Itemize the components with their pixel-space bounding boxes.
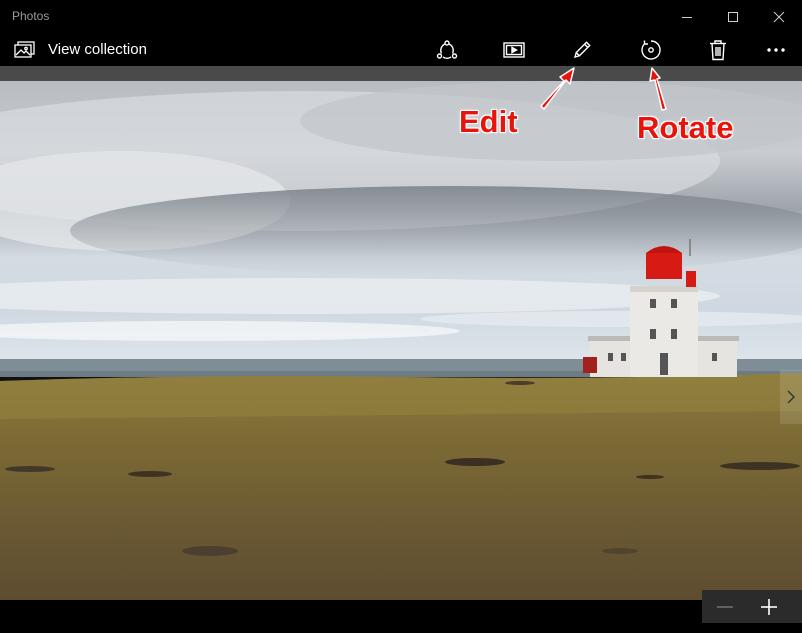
collection-icon <box>14 40 36 59</box>
more-button[interactable] <box>756 33 796 66</box>
app-title: Photos <box>12 9 50 23</box>
pencil-icon <box>574 40 591 58</box>
edit-button[interactable] <box>562 33 602 66</box>
rotate-icon <box>641 39 661 60</box>
slideshow-button[interactable] <box>494 33 534 66</box>
bottom-bar <box>0 600 802 633</box>
rotate-button[interactable] <box>631 33 671 66</box>
command-bar: View collection <box>0 33 802 66</box>
edit-annotation-label: Edit <box>459 104 518 139</box>
photo-viewer[interactable] <box>0 66 802 600</box>
minimize-icon <box>682 16 692 18</box>
delete-button[interactable] <box>698 33 738 66</box>
zoom-out-button[interactable] <box>702 590 748 623</box>
plus-icon <box>761 598 777 615</box>
close-icon <box>773 11 785 22</box>
next-photo-button[interactable] <box>780 370 802 424</box>
more-icon <box>767 47 785 52</box>
maximize-button[interactable] <box>710 0 756 33</box>
close-button[interactable] <box>756 0 802 33</box>
view-collection-label: View collection <box>48 41 147 58</box>
zoom-controls <box>702 590 802 623</box>
maximize-icon <box>728 11 738 22</box>
minimize-button[interactable] <box>664 0 710 33</box>
photo-top-strip <box>0 66 802 81</box>
slideshow-icon <box>503 41 525 58</box>
trash-icon <box>710 39 726 60</box>
share-icon <box>436 39 458 59</box>
share-button[interactable] <box>427 33 467 66</box>
title-bar: Photos <box>0 0 802 33</box>
view-collection-button[interactable]: View collection <box>8 33 153 66</box>
rotate-annotation-label: Rotate <box>637 110 734 145</box>
lighthouse-photo <box>0 81 802 600</box>
zoom-in-button[interactable] <box>746 590 792 623</box>
chevron-right-icon <box>787 390 795 404</box>
minus-icon <box>717 605 733 608</box>
